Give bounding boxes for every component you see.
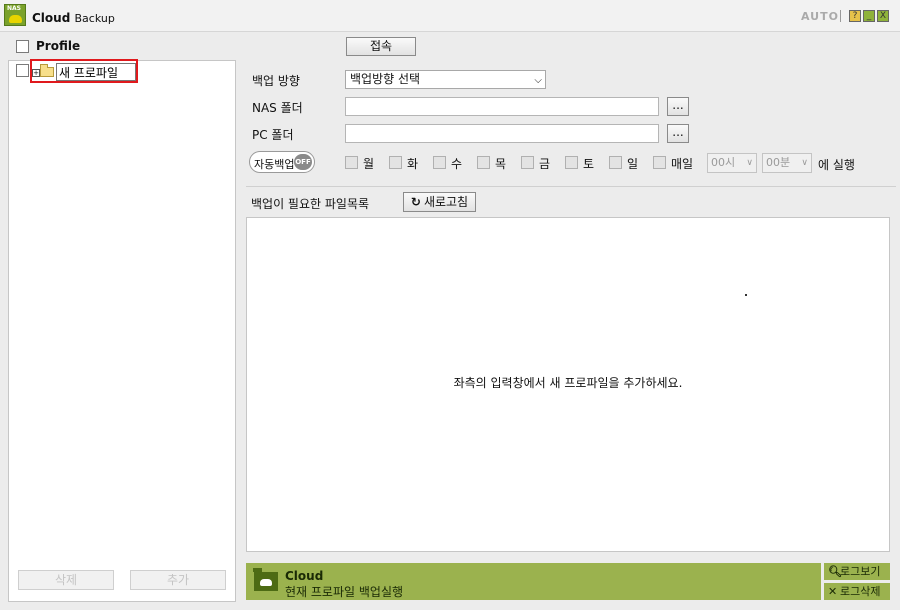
pc-folder-label: PC 폴더 <box>252 128 294 142</box>
day-checkbox[interactable] <box>653 156 666 169</box>
nas-folder-label: NAS 폴더 <box>252 101 303 115</box>
profile-header-label: Profile <box>36 39 81 53</box>
day-checkbox[interactable] <box>433 156 446 169</box>
x-icon: ✕ <box>828 585 838 598</box>
stray-dot <box>745 294 747 296</box>
delete-profile-button[interactable]: 삭제 <box>18 570 114 590</box>
status-bar: Cloud 현재 프로파일 백업실행 <box>246 563 821 600</box>
file-list-panel[interactable]: 좌측의 입력창에서 새 프로파일을 추가하세요. <box>246 217 890 552</box>
close-button[interactable]: X <box>877 10 889 22</box>
folder-icon <box>40 64 54 77</box>
profile-tree-panel <box>8 60 236 602</box>
app-title: Cloud Backup <box>32 11 115 25</box>
nas-browse-button[interactable]: ... <box>667 97 689 116</box>
direction-label: 백업 방향 <box>252 74 300 88</box>
add-profile-button[interactable]: 추가 <box>130 570 226 590</box>
day-checkbox[interactable] <box>609 156 622 169</box>
hour-select[interactable]: 00시 ∨ <box>707 153 757 173</box>
view-log-button[interactable]: 🔍︎로그보기 <box>824 563 890 580</box>
toggle-off-knob: OFF <box>294 154 312 170</box>
pc-folder-input[interactable] <box>345 124 659 143</box>
day-checkbox[interactable] <box>565 156 578 169</box>
nas-cloud-logo-icon: NAS <box>4 4 26 26</box>
file-list-header: 백업이 필요한 파일목록 <box>251 197 370 211</box>
app-title-sub: Backup <box>74 12 115 25</box>
status-title: Cloud <box>285 569 324 583</box>
delete-log-button[interactable]: ✕ 로그삭제 <box>824 583 890 600</box>
refresh-button[interactable]: ↻ 새로고침 <box>403 192 476 212</box>
chevron-down-icon: ∨ <box>746 158 753 168</box>
nas-folder-input[interactable] <box>345 97 659 116</box>
auto-indicator[interactable]: AUTO <box>801 10 839 23</box>
chevron-down-icon: ⌵ <box>534 75 542 86</box>
pc-browse-button[interactable]: ... <box>667 124 689 143</box>
run-suffix-label: 에 실행 <box>818 158 855 172</box>
title-separator <box>840 10 841 22</box>
connect-button[interactable]: 접속 <box>346 37 416 56</box>
help-button[interactable]: ? <box>849 10 861 22</box>
select-all-checkbox[interactable] <box>16 40 29 53</box>
section-divider <box>246 186 896 187</box>
expand-plus-icon[interactable]: + <box>32 69 40 77</box>
cloud-folder-icon <box>253 568 278 591</box>
title-bar: NAS Cloud Backup AUTO ? _ X <box>0 0 900 32</box>
refresh-icon: ↻ <box>410 195 421 209</box>
day-checkbox[interactable] <box>389 156 402 169</box>
chevron-down-icon: ∨ <box>801 158 808 168</box>
refresh-label: 새로고침 <box>423 195 469 209</box>
magnifier-icon: 🔍︎ <box>828 565 842 578</box>
app-title-main: Cloud <box>32 11 71 25</box>
auto-backup-toggle[interactable]: 자동백업 OFF <box>249 151 315 173</box>
profile-checkbox[interactable] <box>16 64 29 77</box>
empty-message: 좌측의 입력창에서 새 프로파일을 추가하세요. <box>453 376 683 390</box>
day-checkbox[interactable] <box>345 156 358 169</box>
minute-select[interactable]: 00분 ∨ <box>762 153 812 173</box>
direction-select-value: 백업방향 선택 <box>350 72 421 86</box>
status-subtitle: 현재 프로파일 백업실행 <box>285 585 404 599</box>
profile-name-input[interactable] <box>56 63 136 81</box>
day-checkbox[interactable] <box>477 156 490 169</box>
day-checkbox[interactable] <box>521 156 534 169</box>
minimize-button[interactable]: _ <box>863 10 875 22</box>
auto-backup-label: 자동백업 <box>254 158 295 171</box>
direction-select[interactable]: 백업방향 선택 ⌵ <box>345 70 546 89</box>
tree-item-new-profile[interactable]: + <box>16 63 146 83</box>
